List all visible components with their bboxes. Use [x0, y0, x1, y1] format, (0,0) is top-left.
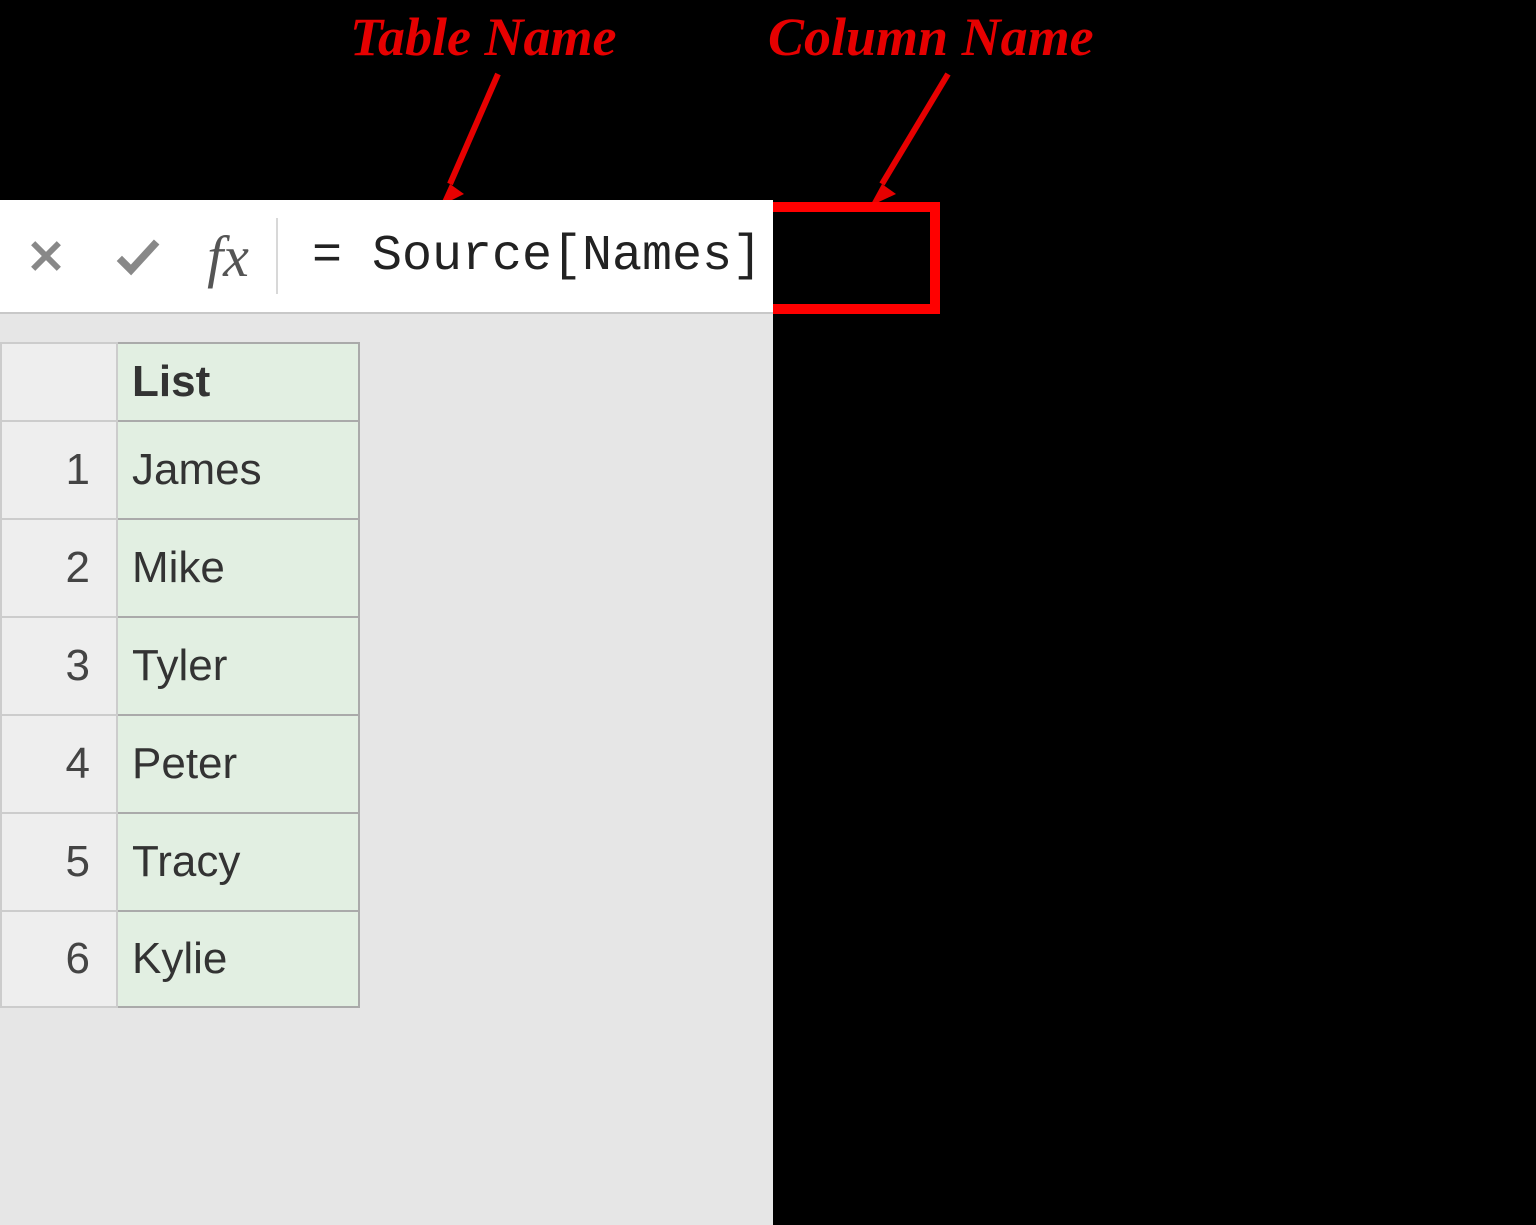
editor-panel: fx = Source[Names] List 1 James 2 Mike 3… [0, 200, 773, 1225]
row-index: 5 [0, 812, 118, 910]
row-value: Tyler [118, 616, 360, 714]
list-row[interactable]: 6 Kylie [0, 910, 360, 1008]
row-index: 4 [0, 714, 118, 812]
list-header-row: List [0, 342, 360, 420]
row-index: 3 [0, 616, 118, 714]
list-row[interactable]: 4 Peter [0, 714, 360, 812]
row-value: Tracy [118, 812, 360, 910]
row-value: Mike [118, 518, 360, 616]
cancel-icon[interactable] [0, 200, 92, 312]
list-row[interactable]: 5 Tracy [0, 812, 360, 910]
enter-icon[interactable] [92, 200, 184, 312]
annotation-table-name: Table Name [350, 6, 616, 68]
list-row[interactable]: 2 Mike [0, 518, 360, 616]
row-value: Kylie [118, 910, 360, 1008]
row-index-gutter [0, 342, 118, 420]
row-value: Peter [118, 714, 360, 812]
formula-bar: fx = Source[Names] [0, 200, 773, 314]
row-index: 2 [0, 518, 118, 616]
list-row[interactable]: 3 Tyler [0, 616, 360, 714]
data-list: List 1 James 2 Mike 3 Tyler 4 Peter 5 Tr… [0, 342, 360, 1008]
row-index: 1 [0, 420, 118, 518]
list-row[interactable]: 1 James [0, 420, 360, 518]
row-value: James [118, 420, 360, 518]
annotation-column-name: Column Name [768, 6, 1094, 68]
arrow-table-name [430, 68, 530, 218]
arrow-column-name [848, 68, 968, 218]
list-header[interactable]: List [118, 342, 360, 420]
formula-input[interactable]: = Source[Names] [278, 228, 762, 285]
row-index: 6 [0, 910, 118, 1008]
fx-icon[interactable]: fx [184, 223, 272, 290]
